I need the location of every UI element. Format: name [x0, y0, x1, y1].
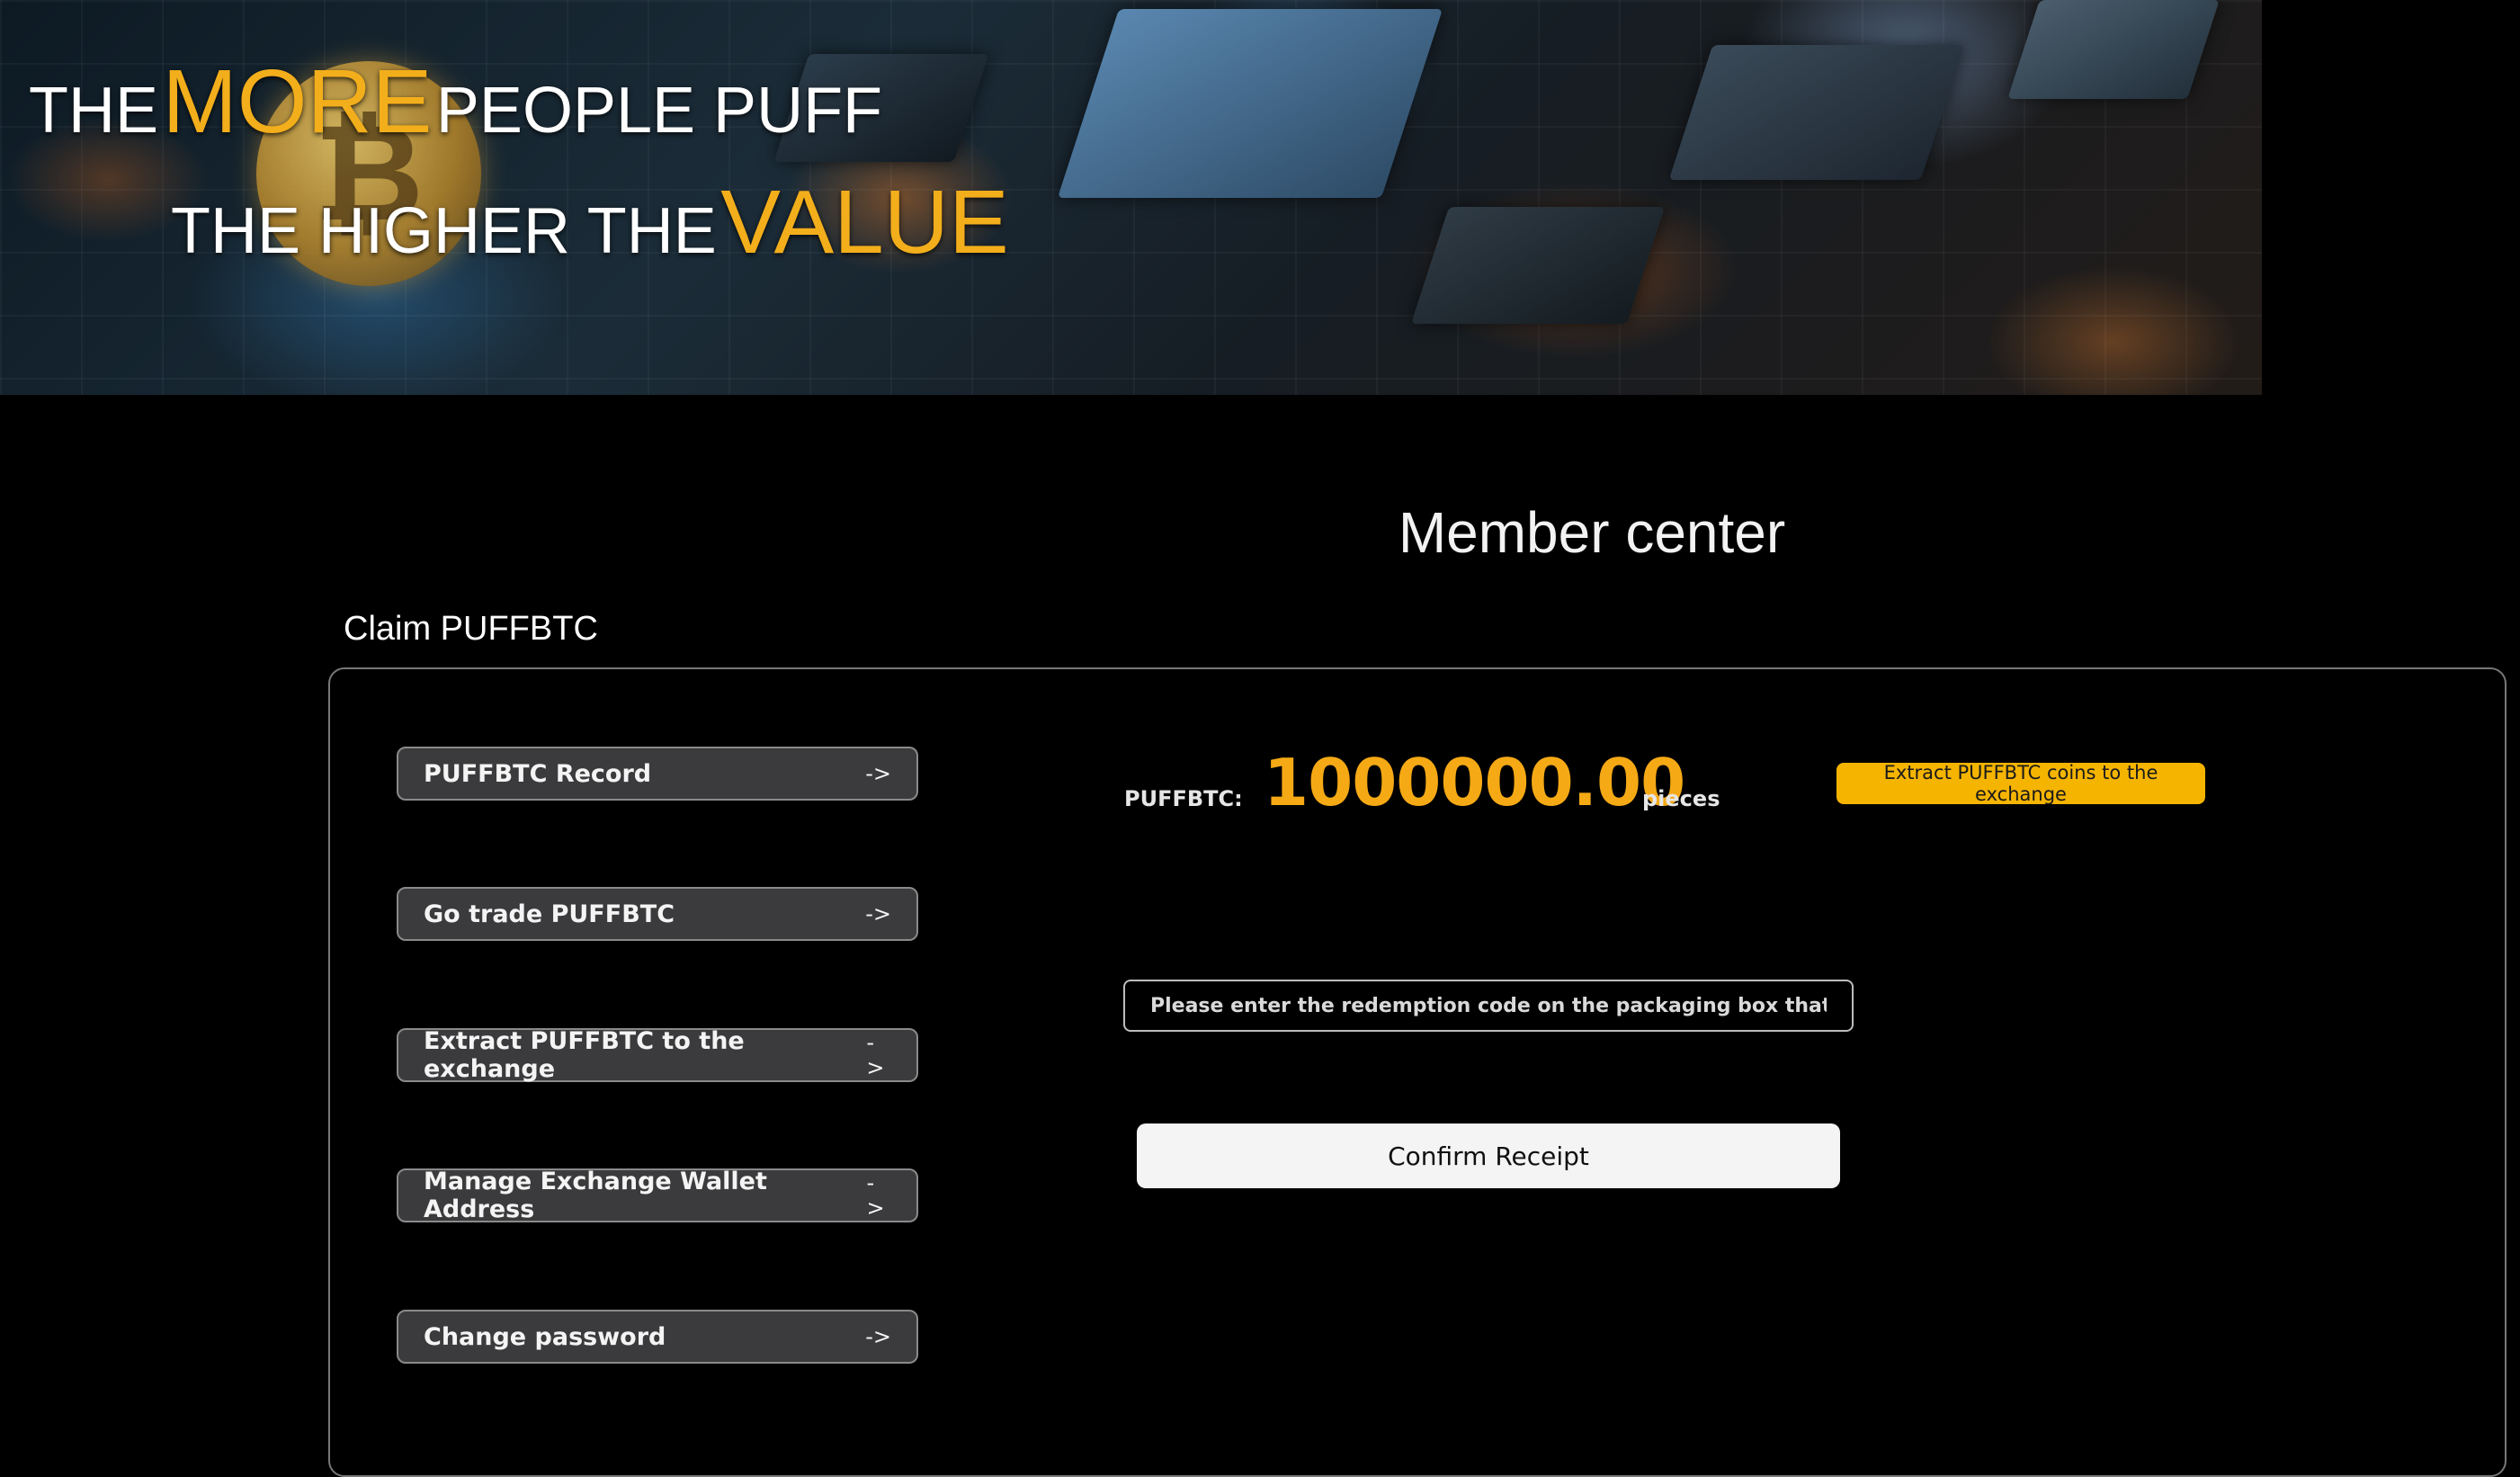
- slogan-text: THE HIGHER THE: [171, 195, 717, 267]
- slogan-highlight: VALUE: [720, 172, 1009, 273]
- balance-label: PUFFBTC:: [1124, 786, 1243, 811]
- chip-decoration: [1057, 9, 1443, 198]
- menu-item-go-trade[interactable]: Go trade PUFFBTC ->: [397, 887, 918, 941]
- menu-item-label: Extract PUFFBTC to the exchange: [424, 1027, 745, 1083]
- slogan-text: THE: [29, 75, 158, 147]
- arrow-right-icon: ->: [865, 761, 891, 786]
- menu-item-manage-wallet-address[interactable]: Manage Exchange Wallet Address ->: [397, 1168, 918, 1223]
- arrow-right-icon: ->: [866, 1170, 885, 1221]
- page-title: Member center: [1398, 500, 1786, 565]
- chip-decoration: [1410, 207, 1666, 324]
- menu-item-label: Change password: [424, 1322, 666, 1351]
- chip-decoration: [2007, 0, 2220, 99]
- confirm-receipt-button[interactable]: Confirm Receipt: [1137, 1123, 1840, 1188]
- arrow-right-icon: ->: [865, 1324, 891, 1349]
- balance-unit: pieces: [1642, 786, 1720, 811]
- arrow-right-icon: ->: [865, 901, 891, 926]
- hero-banner: ₿ THE MORE PEOPLE PUFF THE HIGHER THE VA…: [0, 0, 2262, 395]
- balance-value: 1000000.00: [1264, 745, 1685, 820]
- menu-item-change-password[interactable]: Change password ->: [397, 1310, 918, 1364]
- section-label: Claim PUFFBTC: [344, 610, 598, 648]
- extract-coins-button[interactable]: Extract PUFFBTC coins to the exchange: [1836, 762, 2205, 805]
- menu-item-label: Go trade PUFFBTC: [424, 900, 675, 928]
- slogan-text: PEOPLE PUFF: [435, 75, 883, 147]
- redemption-code-input[interactable]: [1123, 980, 1854, 1032]
- chip-decoration: [1668, 45, 1965, 180]
- menu-item-label: Manage Exchange Wallet Address: [424, 1168, 767, 1223]
- banner-slogan-line-2: THE HIGHER THE VALUE: [171, 171, 1009, 274]
- menu-item-label: PUFFBTC Record: [424, 759, 652, 788]
- menu-item-extract-to-exchange[interactable]: Extract PUFFBTC to the exchange ->: [397, 1027, 918, 1083]
- banner-slogan-line-1: THE MORE PEOPLE PUFF: [29, 50, 882, 154]
- menu-item-puffbtc-record[interactable]: PUFFBTC Record ->: [397, 747, 918, 801]
- arrow-right-icon: ->: [866, 1030, 885, 1080]
- slogan-highlight: MORE: [162, 51, 433, 152]
